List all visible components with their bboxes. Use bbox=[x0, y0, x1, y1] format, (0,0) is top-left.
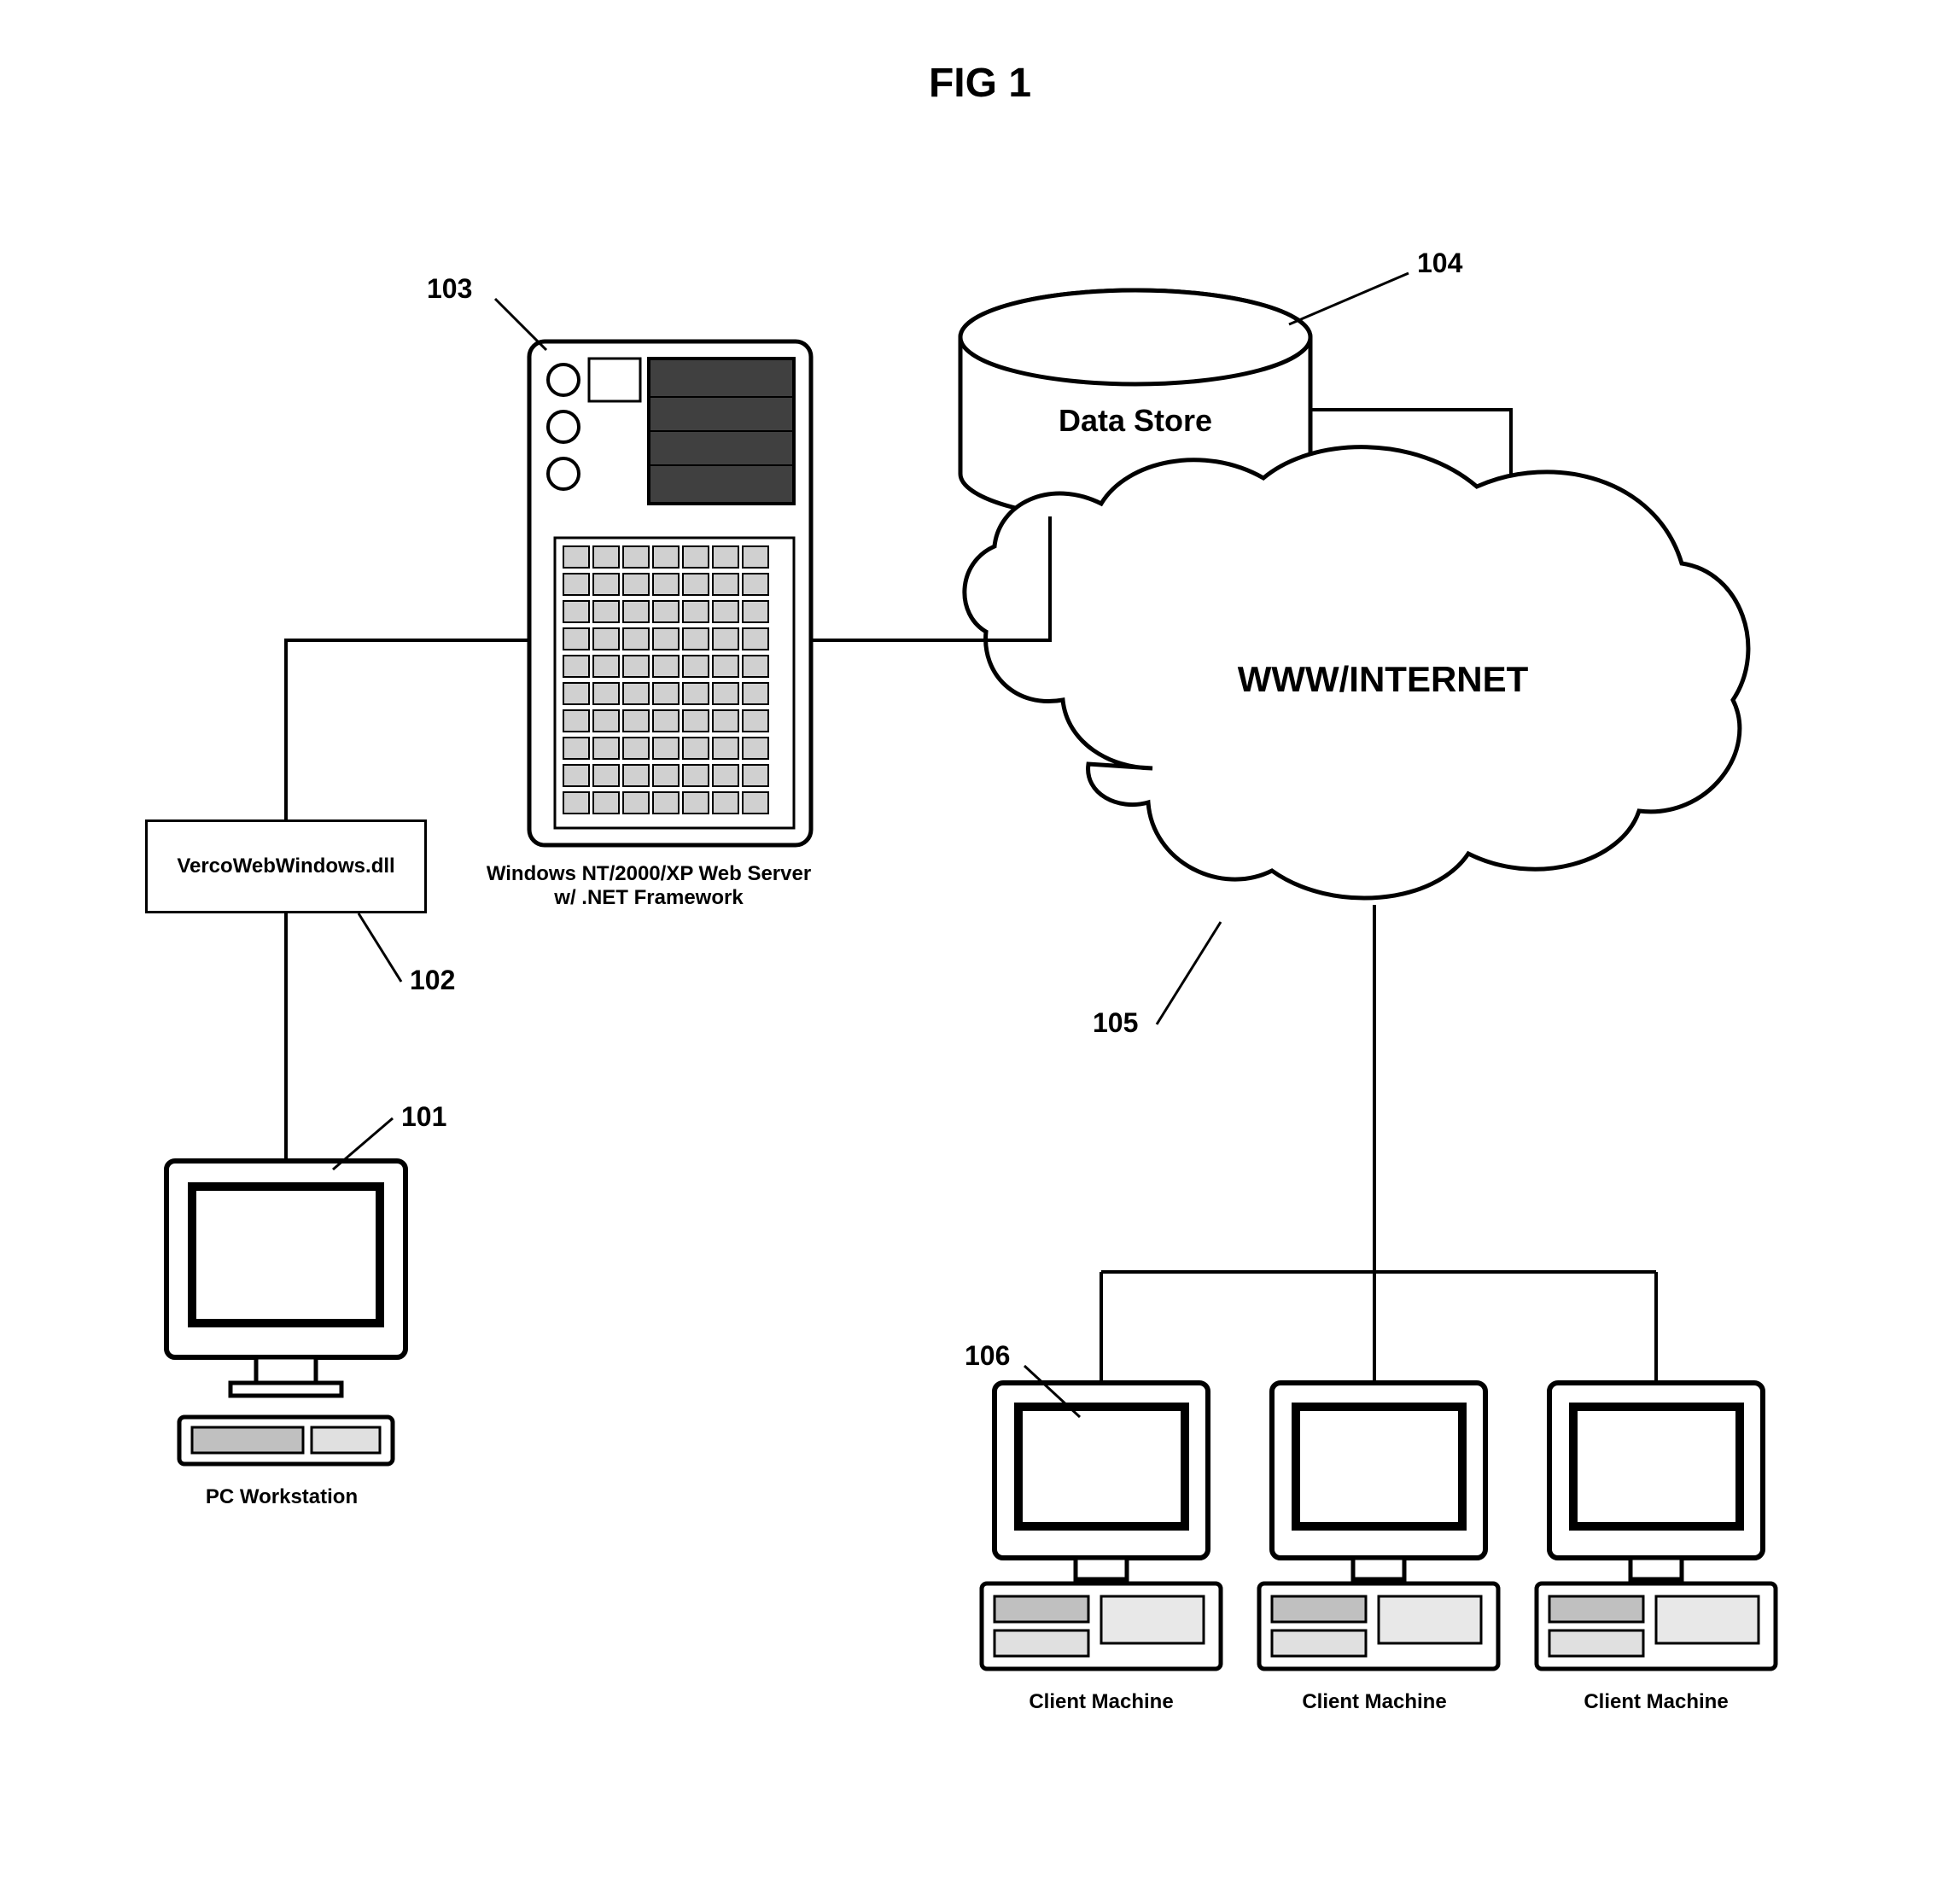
server-icon bbox=[529, 341, 811, 845]
datastore-label: Data Store bbox=[1059, 403, 1212, 438]
client-machine-2-icon bbox=[1259, 1383, 1498, 1669]
workstation-icon bbox=[166, 1161, 405, 1464]
diagram-svg: Data Store WWW/INTERNET bbox=[0, 0, 1960, 1878]
client-machine-3-icon bbox=[1537, 1383, 1776, 1669]
internet-label: WWW/INTERNET bbox=[1238, 659, 1529, 699]
cloud-icon: WWW/INTERNET bbox=[965, 447, 1748, 898]
client-machine-1-icon bbox=[982, 1383, 1221, 1669]
